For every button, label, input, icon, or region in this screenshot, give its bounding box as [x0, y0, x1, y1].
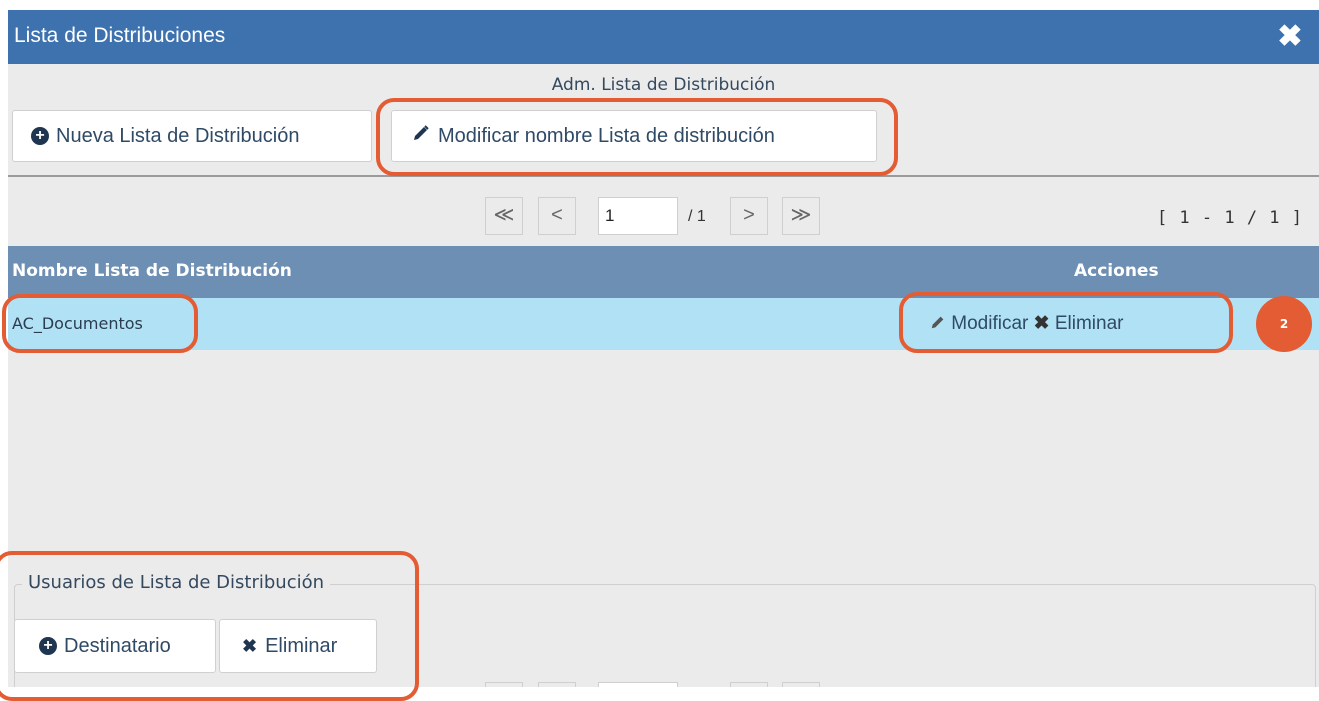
prev-page-button[interactable]: < [538, 197, 576, 235]
distribution-lists-dialog: Lista de Distribuciones ✖ Adm. Lista de … [8, 10, 1319, 687]
modify-action[interactable]: Modificar [930, 313, 1034, 334]
delete-recipient-label: Eliminar [265, 634, 338, 657]
page-total: / 1 [688, 208, 706, 225]
dialog-title: Lista de Distribuciones [14, 24, 226, 47]
users-section-legend: Usuarios de Lista de Distribución [22, 572, 331, 593]
page-number-input[interactable] [598, 197, 678, 235]
delete-action[interactable]: ✖ Eliminar [1034, 313, 1124, 334]
last-page-button[interactable]: ≫ [782, 197, 820, 235]
plus-circle-icon: + [39, 637, 57, 655]
list-name-cell: AC_Documentos [12, 314, 143, 333]
record-range: [ 1 - 1 / 1 ] [1156, 208, 1303, 228]
modify-label: Modificar [951, 313, 1029, 334]
table-header: Nombre Lista de Distribución Acciones [8, 246, 1319, 298]
prev-page-button[interactable] [538, 682, 576, 687]
table-row[interactable]: AC_Documentos Modificar ✖ Eliminar [8, 298, 1319, 350]
column-header-actions: Acciones [1074, 261, 1159, 281]
section-caption: Adm. Lista de Distribución [551, 75, 776, 95]
last-page-button[interactable] [782, 682, 820, 687]
next-page-button[interactable] [730, 682, 768, 687]
first-page-button[interactable]: ≪ [485, 197, 523, 235]
plus-circle-icon: + [31, 127, 49, 145]
pencil-icon [931, 316, 944, 329]
close-icon: ✖ [242, 635, 258, 656]
page-number-input[interactable] [598, 682, 678, 687]
close-icon: ✖ [1033, 313, 1050, 334]
rename-list-label: Modificar nombre Lista de distribución [438, 124, 775, 147]
add-recipient-label: Destinatario [64, 634, 171, 657]
column-header-name: Nombre Lista de Distribución [12, 261, 292, 281]
first-page-button[interactable] [485, 682, 523, 687]
close-icon[interactable]: ✖ [1275, 20, 1305, 54]
dialog-titlebar: Lista de Distribuciones ✖ [8, 10, 1319, 64]
pencil-icon [412, 124, 430, 148]
rename-list-button[interactable]: Modificar nombre Lista de distribución [391, 110, 877, 162]
new-list-button[interactable]: + Nueva Lista de Distribución [12, 110, 372, 162]
row-actions: Modificar ✖ Eliminar [930, 312, 1123, 335]
add-recipient-button[interactable]: + Destinatario [14, 619, 216, 673]
divider [8, 175, 1319, 177]
delete-label: Eliminar [1054, 313, 1124, 334]
delete-recipient-button[interactable]: ✖ Eliminar [219, 619, 377, 673]
new-list-label: Nueva Lista de Distribución [56, 124, 300, 147]
next-page-button[interactable]: > [730, 197, 768, 235]
step-badge: 2 [1256, 296, 1312, 352]
